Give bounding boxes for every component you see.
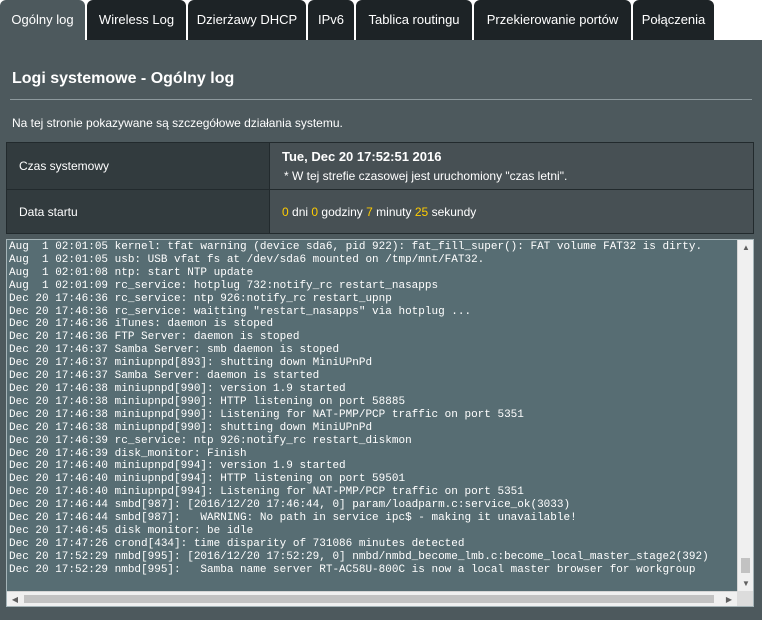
uptime-seconds: 25: [414, 205, 429, 219]
uptime-days-label: dni: [292, 205, 309, 219]
uptime-hours-label: godziny: [321, 205, 363, 219]
log-line: Dec 20 17:46:39 disk_monitor: Finish: [9, 447, 247, 460]
tab-general-log[interactable]: Ogólny log: [0, 0, 85, 41]
log-line: Dec 20 17:52:29 nmbd[995]: [2016/12/20 1…: [9, 550, 709, 563]
dst-note: * W tej strefie czasowej jest uruchomion…: [284, 169, 568, 183]
system-time-value: Tue, Dec 20 17:52:51 2016: [282, 149, 442, 164]
tab-port-forwarding[interactable]: Przekierowanie portów: [474, 0, 631, 40]
log-line: Dec 20 17:46:37 miniupnpd[893]: shutting…: [9, 357, 373, 370]
scroll-up-icon[interactable]: ▲: [738, 240, 753, 256]
log-line: Dec 20 17:46:36 FTP Server: daemon is st…: [9, 331, 300, 344]
log-line: Dec 20 17:46:40 miniupnpd[994]: HTTP lis…: [9, 473, 406, 486]
log-line: Dec 20 17:46:44 smbd[987]: [2016/12/20 1…: [9, 499, 571, 512]
log-line: Dec 20 17:52:29 nmbd[995]: Samba name se…: [9, 563, 696, 576]
uptime-row: Data startu 0 dni 0 godziny 7 minuty 25 …: [7, 189, 753, 233]
system-time-row: Czas systemowy Tue, Dec 20 17:52:51 2016…: [7, 143, 753, 189]
log-line: Dec 20 17:46:37 Samba Server: smb daemon…: [9, 344, 340, 357]
log-line: Aug 1 02:01:05 kernel: tfat warning (dev…: [9, 241, 703, 253]
log-line: Dec 20 17:46:44 smbd[987]: WARNING: No p…: [9, 512, 577, 525]
log-line: Dec 20 17:46:36 rc_service: waitting "re…: [9, 305, 472, 318]
uptime-days: 0: [282, 205, 289, 219]
vertical-scrollbar[interactable]: ▲ ▼: [737, 240, 753, 592]
log-line: Dec 20 17:46:39 rc_service: ntp 926:noti…: [9, 434, 412, 447]
log-line: Dec 20 17:46:38 miniupnpd[990]: shutting…: [9, 421, 373, 434]
system-time-label: Czas systemowy: [7, 143, 269, 189]
scroll-left-icon[interactable]: ◀: [7, 592, 23, 606]
log-line: Dec 20 17:47:26 crond[434]: time dispari…: [9, 537, 465, 550]
tab-dhcp-leases[interactable]: Dzierżawy DHCP: [188, 0, 306, 40]
uptime-cell: 0 dni 0 godziny 7 minuty 25 sekundy: [269, 190, 753, 233]
scroll-right-icon[interactable]: ▶: [721, 592, 737, 606]
log-line: Dec 20 17:46:36 iTunes: daemon is stoped: [9, 318, 274, 331]
uptime-minutes: 7: [366, 205, 373, 219]
title-divider: [10, 99, 752, 100]
log-line: Dec 20 17:46:38 miniupnpd[990]: HTTP lis…: [9, 395, 406, 408]
horizontal-scrollbar[interactable]: ◀ ▶: [7, 591, 753, 606]
log-line: Dec 20 17:46:38 miniupnpd[990]: version …: [9, 382, 346, 395]
log-line: Dec 20 17:46:36 rc_service: ntp 926:noti…: [9, 292, 392, 305]
log-line: Aug 1 02:01:08 ntp: start NTP update: [9, 266, 254, 279]
log-line: Dec 20 17:46:40 miniupnpd[994]: version …: [9, 460, 346, 473]
horizontal-scroll-thumb[interactable]: [24, 595, 714, 603]
vertical-scroll-thumb[interactable]: [741, 558, 750, 573]
log-line: Dec 20 17:46:38 miniupnpd[990]: Listenin…: [9, 408, 524, 421]
page-title: Logi systemowe - Ogólny log: [12, 70, 235, 87]
page-description: Na tej stronie pokazywane są szczegółowe…: [12, 116, 343, 130]
scroll-down-icon[interactable]: ▼: [738, 576, 753, 592]
tab-connections[interactable]: Połączenia: [633, 0, 714, 40]
uptime-seconds-label: sekundy: [431, 205, 477, 219]
tab-wireless-log[interactable]: Wireless Log: [87, 0, 186, 40]
uptime-hours: 0: [311, 205, 319, 219]
log-content: Aug 1 02:01:05 kernel: tfat warning (dev…: [9, 241, 737, 593]
main-panel: Logi systemowe - Ogólny log Na tej stron…: [0, 40, 762, 620]
log-line: Dec 20 17:46:37 Samba Server: daemon is …: [9, 370, 320, 383]
log-line: Aug 1 02:01:09 rc_service: hotplug 732:n…: [9, 279, 439, 292]
system-time-cell: Tue, Dec 20 17:52:51 2016 * W tej strefi…: [269, 143, 753, 189]
tab-ipv6[interactable]: IPv6: [308, 0, 354, 40]
scrollbar-corner: [737, 591, 753, 606]
uptime-minutes-label: minuty: [376, 205, 412, 219]
log-line: Dec 20 17:46:40 miniupnpd[994]: Listenin…: [9, 486, 524, 499]
log-line: Dec 20 17:46:45 disk monitor: be idle: [9, 524, 254, 537]
system-info-table: Czas systemowy Tue, Dec 20 17:52:51 2016…: [6, 142, 754, 234]
uptime-value: 0 dni 0 godziny 7 minuty 25 sekundy: [282, 205, 476, 219]
tab-routing-table[interactable]: Tablica routingu: [356, 0, 472, 40]
log-textarea[interactable]: Aug 1 02:01:05 kernel: tfat warning (dev…: [6, 239, 754, 607]
tab-bar: Ogólny log Wireless Log Dzierżawy DHCP I…: [0, 0, 766, 41]
uptime-label: Data startu: [7, 190, 269, 233]
log-line: Aug 1 02:01:05 usb: USB vfat fs at /dev/…: [9, 253, 485, 266]
